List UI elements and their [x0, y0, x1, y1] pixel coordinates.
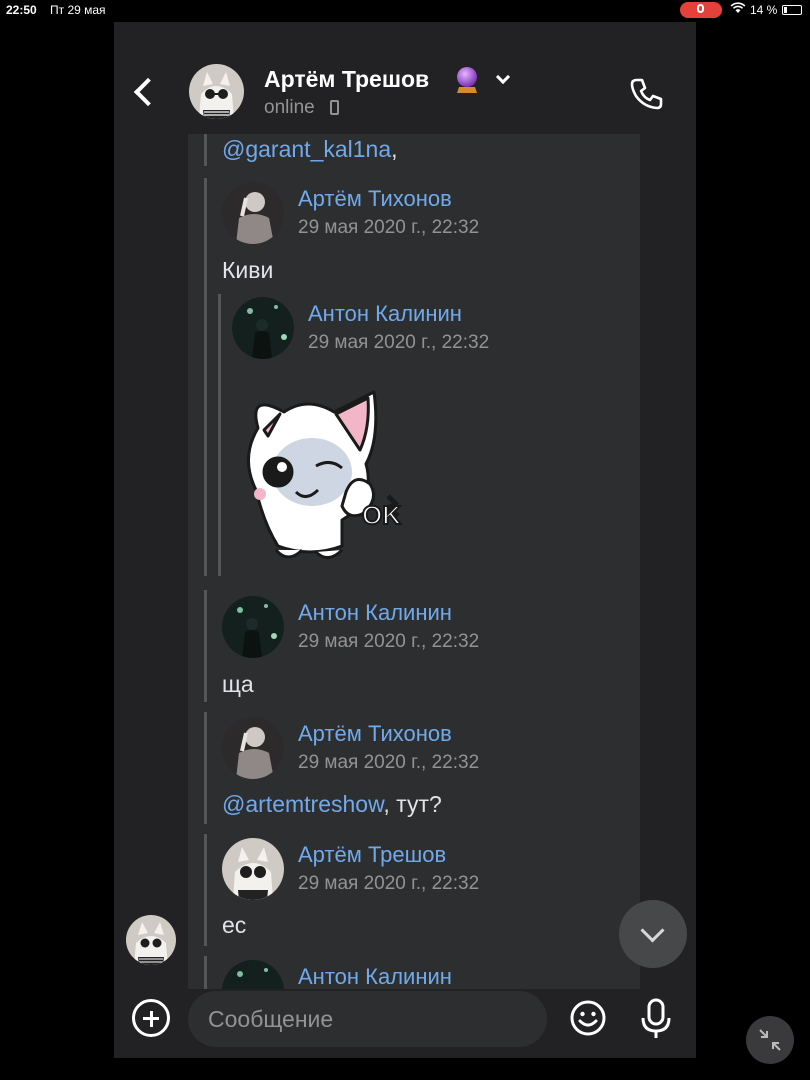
forward-date: 29 мая 2020 г., 22:32: [308, 332, 490, 353]
author-avatar[interactable]: [222, 182, 284, 244]
mention-link[interactable]: @artemtreshow: [222, 791, 383, 817]
chevron-down-icon[interactable]: [495, 69, 511, 85]
microphone-in-use-icon: [680, 2, 722, 18]
forward-author[interactable]: Артём Тихонов: [298, 186, 452, 212]
collapse-arrows-icon[interactable]: [746, 1016, 794, 1064]
author-avatar[interactable]: [222, 596, 284, 658]
message-text: ща: [222, 671, 254, 697]
message-list[interactable]: @garant_kal1na, Артём Тихонов 29 мая 202…: [114, 134, 696, 989]
add-attachment-icon[interactable]: [132, 999, 170, 1037]
status-time: 22:50: [6, 3, 37, 17]
sticker-ok-text: OK: [362, 500, 401, 530]
message-text: ес: [222, 912, 247, 938]
mention-link[interactable]: @garant_kal1na: [222, 136, 391, 162]
contact-name[interactable]: Артём Трешов: [264, 66, 429, 93]
message-input[interactable]: [188, 991, 547, 1047]
author-avatar[interactable]: [222, 838, 284, 900]
chat-window: Артём Трешов online @garant_kal1na, Артё…: [114, 22, 696, 1058]
message-composer: [114, 989, 696, 1058]
forward-author[interactable]: Артём Тихонов: [298, 721, 452, 747]
microphone-icon[interactable]: [636, 997, 676, 1041]
message-text: @garant_kal1na,: [222, 136, 398, 162]
contact-status: online: [264, 97, 315, 118]
forward-author[interactable]: Антон Калинин: [298, 964, 452, 989]
message-bubble[interactable]: @garant_kal1na, Артём Тихонов 29 мая 202…: [188, 134, 640, 989]
forward-date: 29 мая 2020 г., 22:32: [298, 217, 480, 238]
forward-bar: [204, 712, 207, 824]
crystal-ball-emoji: [454, 66, 480, 94]
author-avatar[interactable]: [222, 717, 284, 779]
message-text: @artemtreshow, тут?: [222, 791, 442, 817]
phone-icon[interactable]: [624, 72, 668, 116]
author-avatar[interactable]: [232, 297, 294, 359]
status-bar: 22:50 Пт 29 мая 14 %: [0, 0, 810, 20]
forward-author[interactable]: Антон Калинин: [308, 301, 462, 327]
scroll-down-button[interactable]: [619, 900, 687, 968]
emoji-icon[interactable]: [569, 999, 607, 1037]
contact-avatar[interactable]: [189, 64, 244, 119]
forward-author[interactable]: Артём Трешов: [298, 842, 446, 868]
forward-date: 29 мая 2020 г., 22:32: [298, 873, 480, 894]
cat-ok-sticker[interactable]: OK: [238, 374, 418, 569]
forward-bar: [204, 956, 207, 989]
wifi-icon: [730, 2, 746, 17]
battery-percent: 14 %: [750, 3, 778, 17]
forward-bar: [218, 294, 221, 576]
author-avatar[interactable]: [222, 960, 284, 989]
forward-bar: [204, 178, 207, 576]
battery-icon: [782, 5, 802, 15]
sender-avatar[interactable]: [126, 915, 176, 965]
forward-date: 29 мая 2020 г., 22:32: [298, 752, 480, 773]
forward-bar: [204, 590, 207, 702]
message-text: Киви: [222, 257, 274, 283]
forward-bar: [204, 834, 207, 946]
forward-author[interactable]: Антон Калинин: [298, 600, 452, 626]
chat-header: Артём Трешов online: [114, 22, 696, 134]
status-date: Пт 29 мая: [50, 3, 106, 17]
forward-bar: [204, 134, 207, 166]
forward-date: 29 мая 2020 г., 22:32: [298, 631, 480, 652]
back-icon[interactable]: [130, 72, 158, 112]
mobile-device-icon: [330, 100, 339, 115]
